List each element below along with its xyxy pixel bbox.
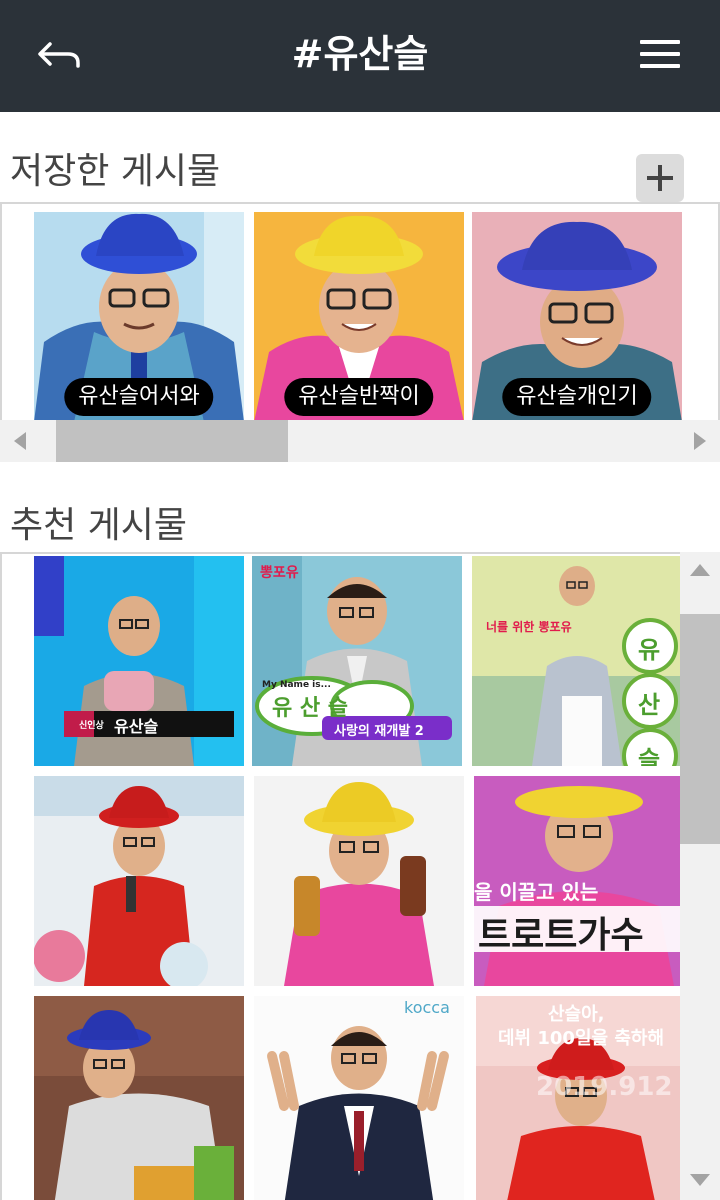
saved-post-card[interactable]: 유산슬어서와	[34, 212, 244, 422]
page-title: #유산슬	[291, 32, 429, 76]
add-icon[interactable]	[636, 154, 684, 202]
recommended-posts-panel: 신인상 유산슬 뽕포유 My Name is... 유 산 슬 사랑의 재개발 …	[0, 552, 720, 1200]
recommended-post-card[interactable]: kocca	[254, 996, 464, 1200]
yusanseul-title-text: 유 산 슬	[272, 696, 349, 721]
kocca-logo-text: kocca	[404, 998, 450, 1017]
san-char-text: 산	[638, 691, 661, 719]
recommended-post-card[interactable]: 뽕포유 My Name is... 유 산 슬 사랑의 재개발 2	[252, 556, 462, 766]
horizontal-scrollbar[interactable]	[0, 420, 720, 462]
seul-char-text: 슬	[638, 746, 661, 766]
leading-caption-text: 을 이끌고 있는	[474, 880, 599, 904]
saved-post-label: 유산슬개인기	[502, 378, 652, 416]
myname-text: My Name is...	[262, 680, 331, 690]
saved-post-label: 유산슬어서와	[64, 378, 214, 416]
saved-post-card[interactable]: 유산슬반짝이	[254, 212, 464, 422]
recommended-post-card[interactable]: 을 이끌고 있는 트로트가수	[474, 776, 684, 986]
year-watermark-text: 2019.912	[536, 1072, 673, 1102]
recommended-post-card[interactable]	[34, 776, 244, 986]
saved-post-label: 유산슬반짝이	[284, 378, 434, 416]
recommended-post-card[interactable]: 너를 위한 뽕포유 유 산 슬	[472, 556, 682, 766]
scroll-up-arrow-icon[interactable]	[680, 552, 720, 592]
redevelop-text: 사랑의 재개발 2	[334, 724, 424, 739]
app-header: #유산슬	[0, 0, 720, 112]
ppongpo-logo-text: 뽕포유	[260, 565, 299, 581]
award-title-text: 신인상	[79, 721, 104, 731]
hamburger-menu-icon[interactable]	[640, 40, 680, 70]
anniversary-line2-text: 데뷔 100일을 축하해	[498, 1028, 665, 1049]
recommended-post-card[interactable]	[34, 996, 244, 1200]
saved-post-card[interactable]: 유산슬개인기	[472, 212, 682, 422]
anniversary-line1-text: 산슬아,	[548, 1004, 605, 1025]
saved-section-title: 저장한 게시물	[10, 151, 221, 192]
scroll-right-arrow-icon[interactable]	[678, 420, 720, 462]
recommended-post-card[interactable]	[254, 776, 464, 986]
vertical-scroll-thumb[interactable]	[680, 614, 720, 844]
vertical-scrollbar[interactable]	[680, 552, 720, 1200]
recommended-post-card[interactable]: 신인상 유산슬	[34, 556, 244, 766]
yu-char-text: 유	[638, 636, 661, 664]
scroll-left-arrow-icon[interactable]	[0, 420, 42, 462]
recommended-section-title: 추천 게시물	[10, 505, 188, 546]
award-name-text: 유산슬	[114, 717, 159, 736]
recommended-post-card[interactable]: 산슬아, 데뷔 100일을 축하해 2019.912	[476, 996, 686, 1200]
horizontal-scroll-thumb[interactable]	[56, 420, 288, 462]
ppongpo-logo-text: 너를 위한 뽕포유	[486, 620, 572, 634]
scroll-down-arrow-icon[interactable]	[680, 1160, 720, 1200]
trot-singer-text: 트로트가수	[478, 915, 644, 956]
